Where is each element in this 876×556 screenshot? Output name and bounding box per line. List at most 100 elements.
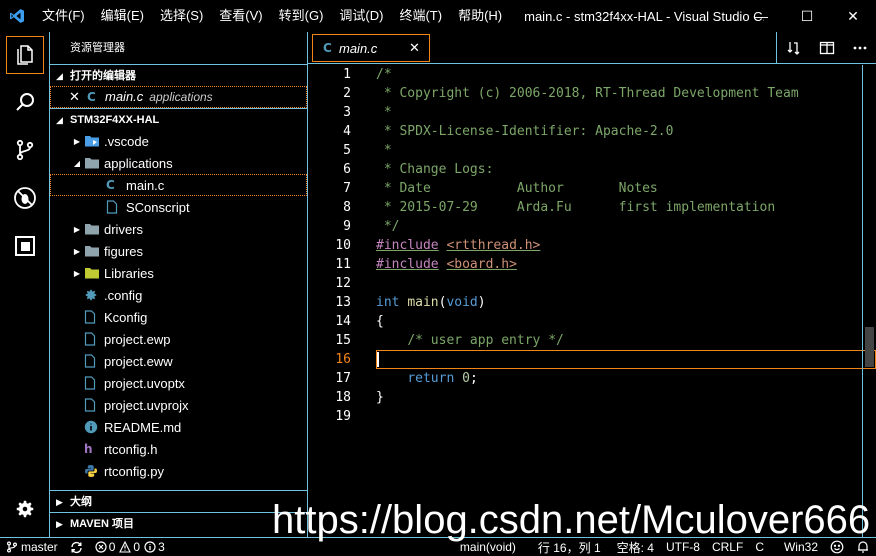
platform[interactable]: Win32 xyxy=(770,538,824,556)
menu-go[interactable]: 转到(G) xyxy=(271,0,332,32)
maven-header[interactable]: ▶ MAVEN 项目 xyxy=(50,512,307,534)
code-line[interactable]: 18} xyxy=(308,388,876,407)
tree-item[interactable]: ◢ applications xyxy=(50,152,307,174)
problems-indicator[interactable]: 0 0 3 xyxy=(89,538,171,556)
tree-item[interactable]: SConscript xyxy=(50,196,307,218)
debug-icon[interactable] xyxy=(0,174,50,222)
language-mode[interactable]: C xyxy=(749,538,770,556)
code-line[interactable]: 3 * xyxy=(308,103,876,122)
menu-help[interactable]: 帮助(H) xyxy=(450,0,510,32)
tree-item[interactable]: .config xyxy=(50,284,307,306)
indentation[interactable]: 空格: 4 xyxy=(611,538,660,556)
code-token: { xyxy=(376,314,384,329)
tree-item[interactable]: ▶ .vscode xyxy=(50,130,307,152)
notifications-icon[interactable] xyxy=(850,538,876,556)
code-line[interactable]: 14 { xyxy=(308,312,876,331)
encoding[interactable]: UTF-8 xyxy=(660,538,706,556)
code-line[interactable]: 16 xyxy=(308,350,876,369)
source-control-icon[interactable] xyxy=(0,126,50,174)
branch-indicator[interactable]: master xyxy=(0,538,64,556)
menu-file[interactable]: 文件(F) xyxy=(34,0,93,32)
code-line[interactable]: 5 * xyxy=(308,141,876,160)
tree-item[interactable]: project.uvprojx xyxy=(50,394,307,416)
explorer-icon[interactable] xyxy=(6,36,44,74)
code-line[interactable]: 4 * SPDX-License-Identifier: Apache-2.0 xyxy=(308,122,876,141)
code-text: #include <rtthread.h> xyxy=(376,236,540,255)
code-token: return xyxy=(407,371,455,386)
menu-edit[interactable]: 编辑(E) xyxy=(93,0,152,32)
code-line[interactable]: 8 * 2015-07-29 Arda.Fu first implementat… xyxy=(308,198,876,217)
chevron-right-icon[interactable]: ▶ xyxy=(70,247,84,256)
current-function[interactable]: main(void) xyxy=(454,538,532,556)
tree-item-label: project.uvoptx xyxy=(104,375,185,391)
code-line[interactable]: 11 #include <board.h> xyxy=(308,255,876,274)
feedback-icon[interactable] xyxy=(824,538,850,556)
code-line[interactable]: 15 /* user app entry */ xyxy=(308,331,876,350)
tree-item[interactable]: ▶ drivers xyxy=(50,218,307,240)
vscode-folder-icon xyxy=(84,133,104,149)
open-editor-item[interactable]: ✕ C main.c applications xyxy=(50,86,307,108)
tree-item[interactable]: ▶ Libraries xyxy=(50,262,307,284)
code-line[interactable]: 17 return 0; xyxy=(308,369,876,388)
more-icon[interactable] xyxy=(843,32,876,64)
text-cursor xyxy=(377,352,379,367)
project-header[interactable]: ◢ STM32F4XX-HAL xyxy=(50,108,307,130)
code-line[interactable]: 1 /* xyxy=(308,65,876,84)
open-editors-header[interactable]: ◢ 打开的编辑器 xyxy=(50,64,307,86)
code-line[interactable]: 9 */ xyxy=(308,217,876,236)
split-editor-icon[interactable] xyxy=(810,32,843,64)
code-token: int xyxy=(376,295,400,310)
close-icon[interactable]: ✕ xyxy=(69,87,87,107)
menu-debug[interactable]: 调试(D) xyxy=(331,0,391,32)
line-number: 13 xyxy=(335,295,351,310)
chevron-right-icon[interactable]: ▶ xyxy=(70,225,84,234)
code-line[interactable]: 19 xyxy=(308,407,876,426)
tree-item[interactable]: project.uvoptx xyxy=(50,372,307,394)
tree-item[interactable]: Cmain.c xyxy=(50,174,307,196)
tree-item[interactable]: Kconfig xyxy=(50,306,307,328)
minimize-button[interactable]: — xyxy=(738,0,784,32)
vertical-scrollbar[interactable] xyxy=(862,65,876,537)
scrollbar-thumb[interactable] xyxy=(865,327,874,367)
chevron-right-icon[interactable]: ▶ xyxy=(70,137,84,146)
line-number: 15 xyxy=(335,333,351,348)
tree-item[interactable]: h rtconfig.h xyxy=(50,438,307,460)
tree-item[interactable]: project.ewp xyxy=(50,328,307,350)
close-window-button[interactable]: ✕ xyxy=(830,0,876,32)
code-line[interactable]: 6 * Change Logs: xyxy=(308,160,876,179)
menu-view[interactable]: 查看(V) xyxy=(211,0,270,32)
code-line[interactable]: 12 xyxy=(308,274,876,293)
chevron-down-icon[interactable]: ◢ xyxy=(70,159,84,168)
code-text: int main(void) xyxy=(376,293,486,312)
close-tab-icon[interactable]: ✕ xyxy=(409,40,429,56)
tree-item[interactable]: ▶ figures xyxy=(50,240,307,262)
code-line[interactable]: 2 * Copyright (c) 2006-2018, RT-Thread D… xyxy=(308,84,876,103)
tree-item[interactable]: README.md xyxy=(50,416,307,438)
code-line[interactable]: 7 * Date Author Notes xyxy=(308,179,876,198)
compare-icon[interactable] xyxy=(777,32,810,64)
tab-main-c[interactable]: C main.c ✕ xyxy=(312,34,430,62)
explorer-title: 资源管理器 xyxy=(70,42,125,54)
code-editor[interactable]: 1 /* 2 * Copyright (c) 2006-2018, RT-Threa… xyxy=(308,65,876,426)
menu-selection[interactable]: 选择(S) xyxy=(152,0,211,32)
tree-item[interactable]: project.eww xyxy=(50,350,307,372)
line-number: 6 xyxy=(343,162,351,177)
menu-terminal[interactable]: 终端(T) xyxy=(391,0,450,32)
gear-icon[interactable] xyxy=(0,491,50,527)
tree-item[interactable]: rtconfig.py xyxy=(50,460,307,482)
code-text: return 0; xyxy=(376,369,477,388)
code-line[interactable]: 13 int main(void) xyxy=(308,293,876,312)
cursor-position[interactable]: 行 16，列 1 xyxy=(532,538,611,556)
info-file-icon xyxy=(84,419,104,435)
chevron-right-icon[interactable]: ▶ xyxy=(70,269,84,278)
outline-header[interactable]: ▶ 大纲 xyxy=(50,490,307,512)
line-number: 9 xyxy=(343,219,351,234)
end-of-line[interactable]: CRLF xyxy=(706,538,749,556)
extensions-icon[interactable] xyxy=(0,222,50,270)
line-number: 18 xyxy=(335,390,351,405)
sync-icon[interactable] xyxy=(64,538,89,556)
outline-label: 大纲 xyxy=(70,495,92,508)
code-line[interactable]: 10 #include <rtthread.h> xyxy=(308,236,876,255)
maximize-button[interactable]: ☐ xyxy=(784,0,830,32)
search-icon[interactable] xyxy=(0,78,50,126)
